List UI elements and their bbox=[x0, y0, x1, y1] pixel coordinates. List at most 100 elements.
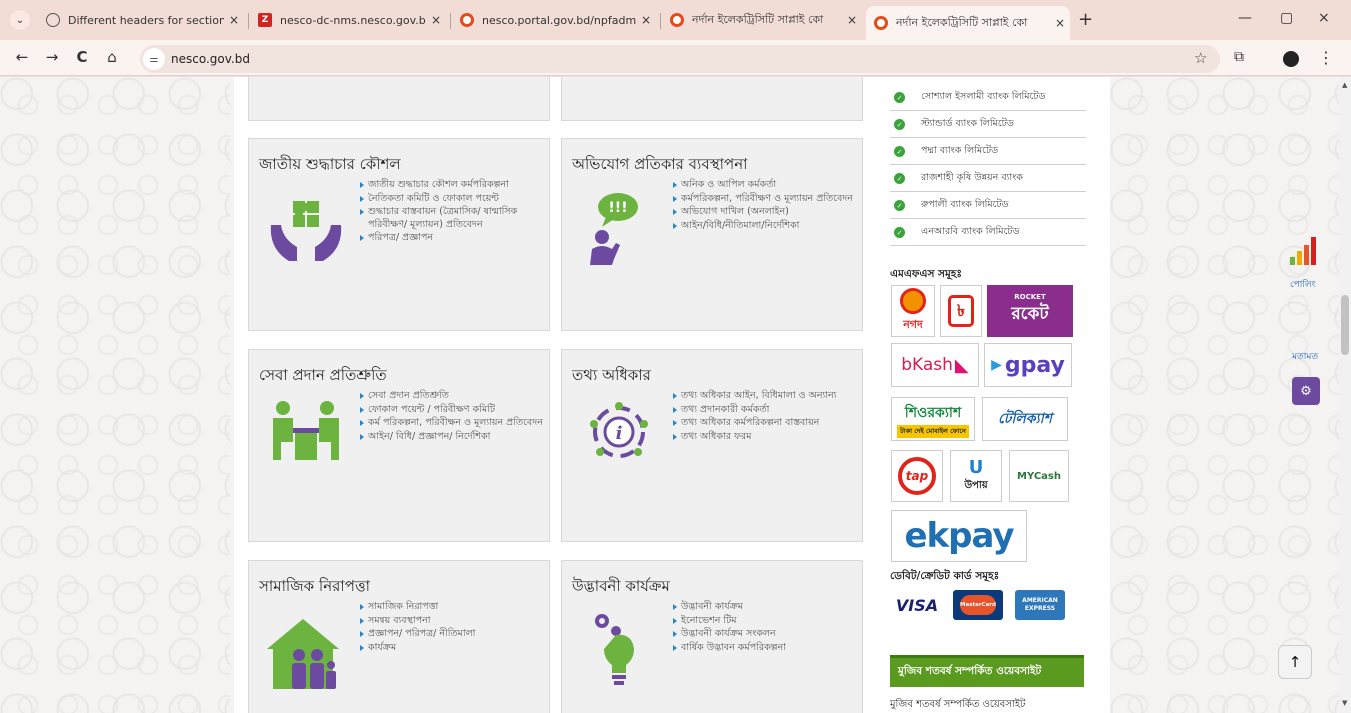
bank-list-item[interactable]: ✓ রাজশাহী কৃষি উন্নয়ন ব্যাংক bbox=[890, 166, 1086, 192]
tab-different-headers[interactable]: Different headers for sections × bbox=[38, 6, 244, 34]
tab-strip: ⌄ Different headers for sections × Z nes… bbox=[0, 0, 1351, 40]
upay-u-icon: U bbox=[968, 457, 984, 478]
amex-logo[interactable]: AMERICAN EXPRESS bbox=[1014, 587, 1066, 623]
card-link[interactable]: পরিপত্র/ প্রজ্ঞাপন bbox=[359, 232, 547, 245]
poll-chart-icon[interactable] bbox=[1288, 235, 1318, 265]
accessibility-button[interactable]: ⚙ bbox=[1292, 377, 1320, 405]
tab-nesco-home-1[interactable]: নর্দান ইলেকট্রিসিটি সাপ্লাই কো × bbox=[662, 6, 862, 34]
ekpay-logo[interactable]: ekpay bbox=[891, 510, 1027, 562]
opinion-link[interactable]: মতামত bbox=[1292, 349, 1318, 364]
card-title: সেবা প্রদান প্রতিশ্রুতি bbox=[259, 366, 387, 384]
poll-link[interactable]: পোলিং bbox=[1290, 277, 1316, 292]
card-link-list: জাতীয় শুদ্ধাচার কৌশল কর্মপরিকল্পনা নৈতি… bbox=[359, 179, 547, 246]
card-link[interactable]: অভিযোগ দাখিল (অনলাইন) bbox=[672, 206, 860, 219]
bank-name: রুপালী ব্যাংক লিমিটেড bbox=[921, 199, 1009, 210]
card-link[interactable]: প্রজ্ঞাপন/ পরিপত্র/ নীতিমালা bbox=[359, 628, 547, 641]
trustaxiata-pay-logo[interactable]: ৳ bbox=[940, 285, 982, 337]
back-to-top-button[interactable]: ↑ bbox=[1278, 645, 1312, 679]
close-icon[interactable]: × bbox=[842, 13, 862, 27]
minimize-button[interactable]: — bbox=[1238, 10, 1252, 26]
tab-search-button[interactable]: ⌄ bbox=[10, 10, 30, 30]
tap-label: tap bbox=[905, 469, 929, 483]
close-icon[interactable]: × bbox=[426, 13, 446, 27]
bank-list-item[interactable]: ✓ পদ্মা ব্যাংক লিমিটেড bbox=[890, 139, 1086, 165]
close-window-button[interactable]: × bbox=[1318, 10, 1330, 26]
bank-name: পদ্মা ব্যাংক লিমিটেড bbox=[921, 145, 999, 156]
site-info-icon[interactable]: ⚌ bbox=[143, 48, 165, 70]
mastercard-logo[interactable]: MasterCard bbox=[952, 587, 1004, 623]
bank-list-item[interactable]: ✓ রুপালী ব্যাংক লিমিটেড bbox=[890, 193, 1086, 219]
card-link[interactable]: কার্যক্রম bbox=[359, 642, 547, 655]
surecash-logo[interactable]: শিওরক্যাশ টাকা দেই মোবাইল ফোনে bbox=[891, 397, 975, 441]
card-link[interactable]: অনিক ও আপিল কর্মকর্তা bbox=[672, 179, 860, 192]
card-link[interactable]: সেবা প্রদান প্রতিশ্রুতি bbox=[359, 390, 547, 403]
forward-button[interactable]: → bbox=[42, 48, 62, 66]
mujib-website-link[interactable]: মুজিব শতবর্ষ সম্পর্কিত ওয়েবসাইট bbox=[890, 697, 1026, 713]
bkash-bird-icon: ◣ bbox=[954, 354, 969, 376]
card-link[interactable]: জাতীয় শুদ্ধাচার কৌশল কর্মপরিকল্পনা bbox=[359, 179, 547, 192]
home-button[interactable]: ⌂ bbox=[102, 48, 122, 66]
card-link[interactable]: তথ্য অধিকার আইন, বিধিমালা ও অন্যান্য bbox=[672, 390, 860, 403]
tab-nesco-home-active[interactable]: নর্দান ইলেকট্রিসিটি সাপ্লাই কো × bbox=[866, 6, 1070, 40]
card-link[interactable]: সামাজিক নিরাপত্তা bbox=[359, 601, 547, 614]
card-link[interactable]: উদ্ভাবনী কার্যক্রম সংকলন bbox=[672, 628, 860, 641]
profile-avatar[interactable] bbox=[1283, 51, 1299, 67]
address-bar[interactable]: ⚌ nesco.gov.bd bbox=[140, 45, 1220, 73]
bank-list-item[interactable]: ✓ এনআরবি ব্যাংক লিমিটেড bbox=[890, 220, 1086, 246]
card-link[interactable]: নৈতিকতা কমিটি ও ফোকাল পয়েন্ট bbox=[359, 193, 547, 206]
bank-list-item[interactable]: ✓ সোশ্যাল ইসলামী ব্যাংক লিমিটেড bbox=[890, 85, 1086, 111]
surecash-label: শিওরক্যাশ bbox=[904, 404, 962, 421]
card-link[interactable]: ফোকাল পয়েন্ট / পরিবীক্ষণ কমিটি bbox=[359, 404, 547, 417]
upay-label: উপায় bbox=[964, 480, 988, 491]
complaint-speech-icon: !!! bbox=[590, 193, 638, 265]
card-link[interactable]: উদ্ভাবনী কার্যক্রম bbox=[672, 601, 860, 614]
visa-logo[interactable]: VISA bbox=[891, 587, 943, 623]
tap-logo[interactable]: tap bbox=[891, 450, 943, 502]
reload-button[interactable]: C bbox=[72, 48, 92, 66]
card-link[interactable]: তথ্য অধিকার কর্মপরিকল্পনা বাস্তবায়ন bbox=[672, 417, 860, 430]
card-partial-right bbox=[561, 77, 863, 121]
tab-nesco-portal[interactable]: nesco.portal.gov.bd/npfadmin × bbox=[452, 6, 656, 34]
upay-logo[interactable]: U উপায় bbox=[950, 450, 1002, 502]
sidebar: ✓ সোশ্যাল ইসলামী ব্যাংক লিমিটেড ✓ স্ট্যা… bbox=[888, 77, 1108, 713]
bkash-logo[interactable]: bKash ◣ bbox=[891, 343, 979, 387]
back-button[interactable]: ← bbox=[12, 48, 32, 66]
card-partial-left bbox=[248, 77, 550, 121]
close-icon[interactable]: × bbox=[636, 13, 656, 27]
new-tab-button[interactable]: + bbox=[1078, 9, 1093, 30]
gpay-logo[interactable]: ▶ gpay bbox=[984, 343, 1072, 387]
card-link[interactable]: তথ্য প্রদানকারী কর্মকর্তা bbox=[672, 404, 860, 417]
card-link[interactable]: কর্ম পরিকল্পনা, পরিবীক্ষন ও মূল্যায়ন প্… bbox=[359, 417, 547, 430]
browser-menu-icon[interactable]: ⋮ bbox=[1318, 48, 1334, 67]
telecash-label: টেলিক্যাশ bbox=[998, 411, 1052, 427]
card-link[interactable]: শুদ্ধাচার বাস্তবায়ন (ত্রৈমাসিক/ ষান্মাস… bbox=[359, 206, 547, 231]
card-link[interactable]: তথ্য অধিকার ফরম bbox=[672, 431, 860, 444]
tab-label: nesco-dc-nms.nesco.gov.bd:8 bbox=[280, 13, 426, 27]
family-house-icon bbox=[267, 619, 339, 689]
scroll-down-arrow-icon[interactable]: ▼ bbox=[1342, 699, 1347, 707]
scrollbar-thumb[interactable] bbox=[1341, 295, 1349, 355]
mycash-logo[interactable]: MYCash bbox=[1009, 450, 1069, 502]
bookmark-star-icon[interactable]: ☆ bbox=[1194, 49, 1207, 67]
extensions-icon[interactable]: ⧉ bbox=[1234, 49, 1244, 65]
maximize-button[interactable]: ▢ bbox=[1280, 10, 1293, 26]
surecash-tagline: টাকা দেই মোবাইল ফোনে bbox=[897, 424, 969, 438]
tab-nesco-dc-nms[interactable]: Z nesco-dc-nms.nesco.gov.bd:8 × bbox=[250, 6, 446, 34]
page-scrollbar[interactable]: ▲ ▼ bbox=[1339, 77, 1351, 713]
nagad-logo[interactable]: নগদ bbox=[891, 285, 935, 337]
bank-list-item[interactable]: ✓ স্ট্যান্ডার্ড ব্যাংক লিমিটেড bbox=[890, 112, 1086, 138]
card-payment-heading: ডেবিট/ক্রেডিট কার্ড সমূহঃ bbox=[890, 570, 1000, 582]
scroll-up-arrow-icon[interactable]: ▲ bbox=[1342, 81, 1347, 89]
main-content: জাতীয় শুদ্ধাচার কৌশল জাতীয় শুদ্ধাচার ক… bbox=[234, 77, 1110, 713]
card-link[interactable]: কর্মপরিকল্পনা, পরিবীক্ষণ ও মূল্যায়ন প্র… bbox=[672, 193, 860, 206]
card-link[interactable]: আইন/ বিধি/ প্রজ্ঞাপন/ নির্দেশিকা bbox=[359, 431, 547, 444]
url-text[interactable]: nesco.gov.bd bbox=[171, 52, 250, 66]
rocket-logo[interactable]: ROCKET রকেট bbox=[987, 285, 1073, 337]
close-icon[interactable]: × bbox=[224, 13, 244, 27]
card-link[interactable]: সমন্বয় ব্যবস্থাপনা bbox=[359, 615, 547, 628]
card-link[interactable]: আইন/বিধি/নীতিমালা/নির্দেশিকা bbox=[672, 220, 860, 233]
card-link[interactable]: ইনোভেশন টিম bbox=[672, 615, 860, 628]
card-link[interactable]: বার্ষিক উদ্ভাবন কর্মপরিকল্পনা bbox=[672, 642, 860, 655]
close-icon[interactable]: × bbox=[1050, 16, 1070, 30]
telecash-logo[interactable]: টেলিক্যাশ bbox=[982, 397, 1068, 441]
